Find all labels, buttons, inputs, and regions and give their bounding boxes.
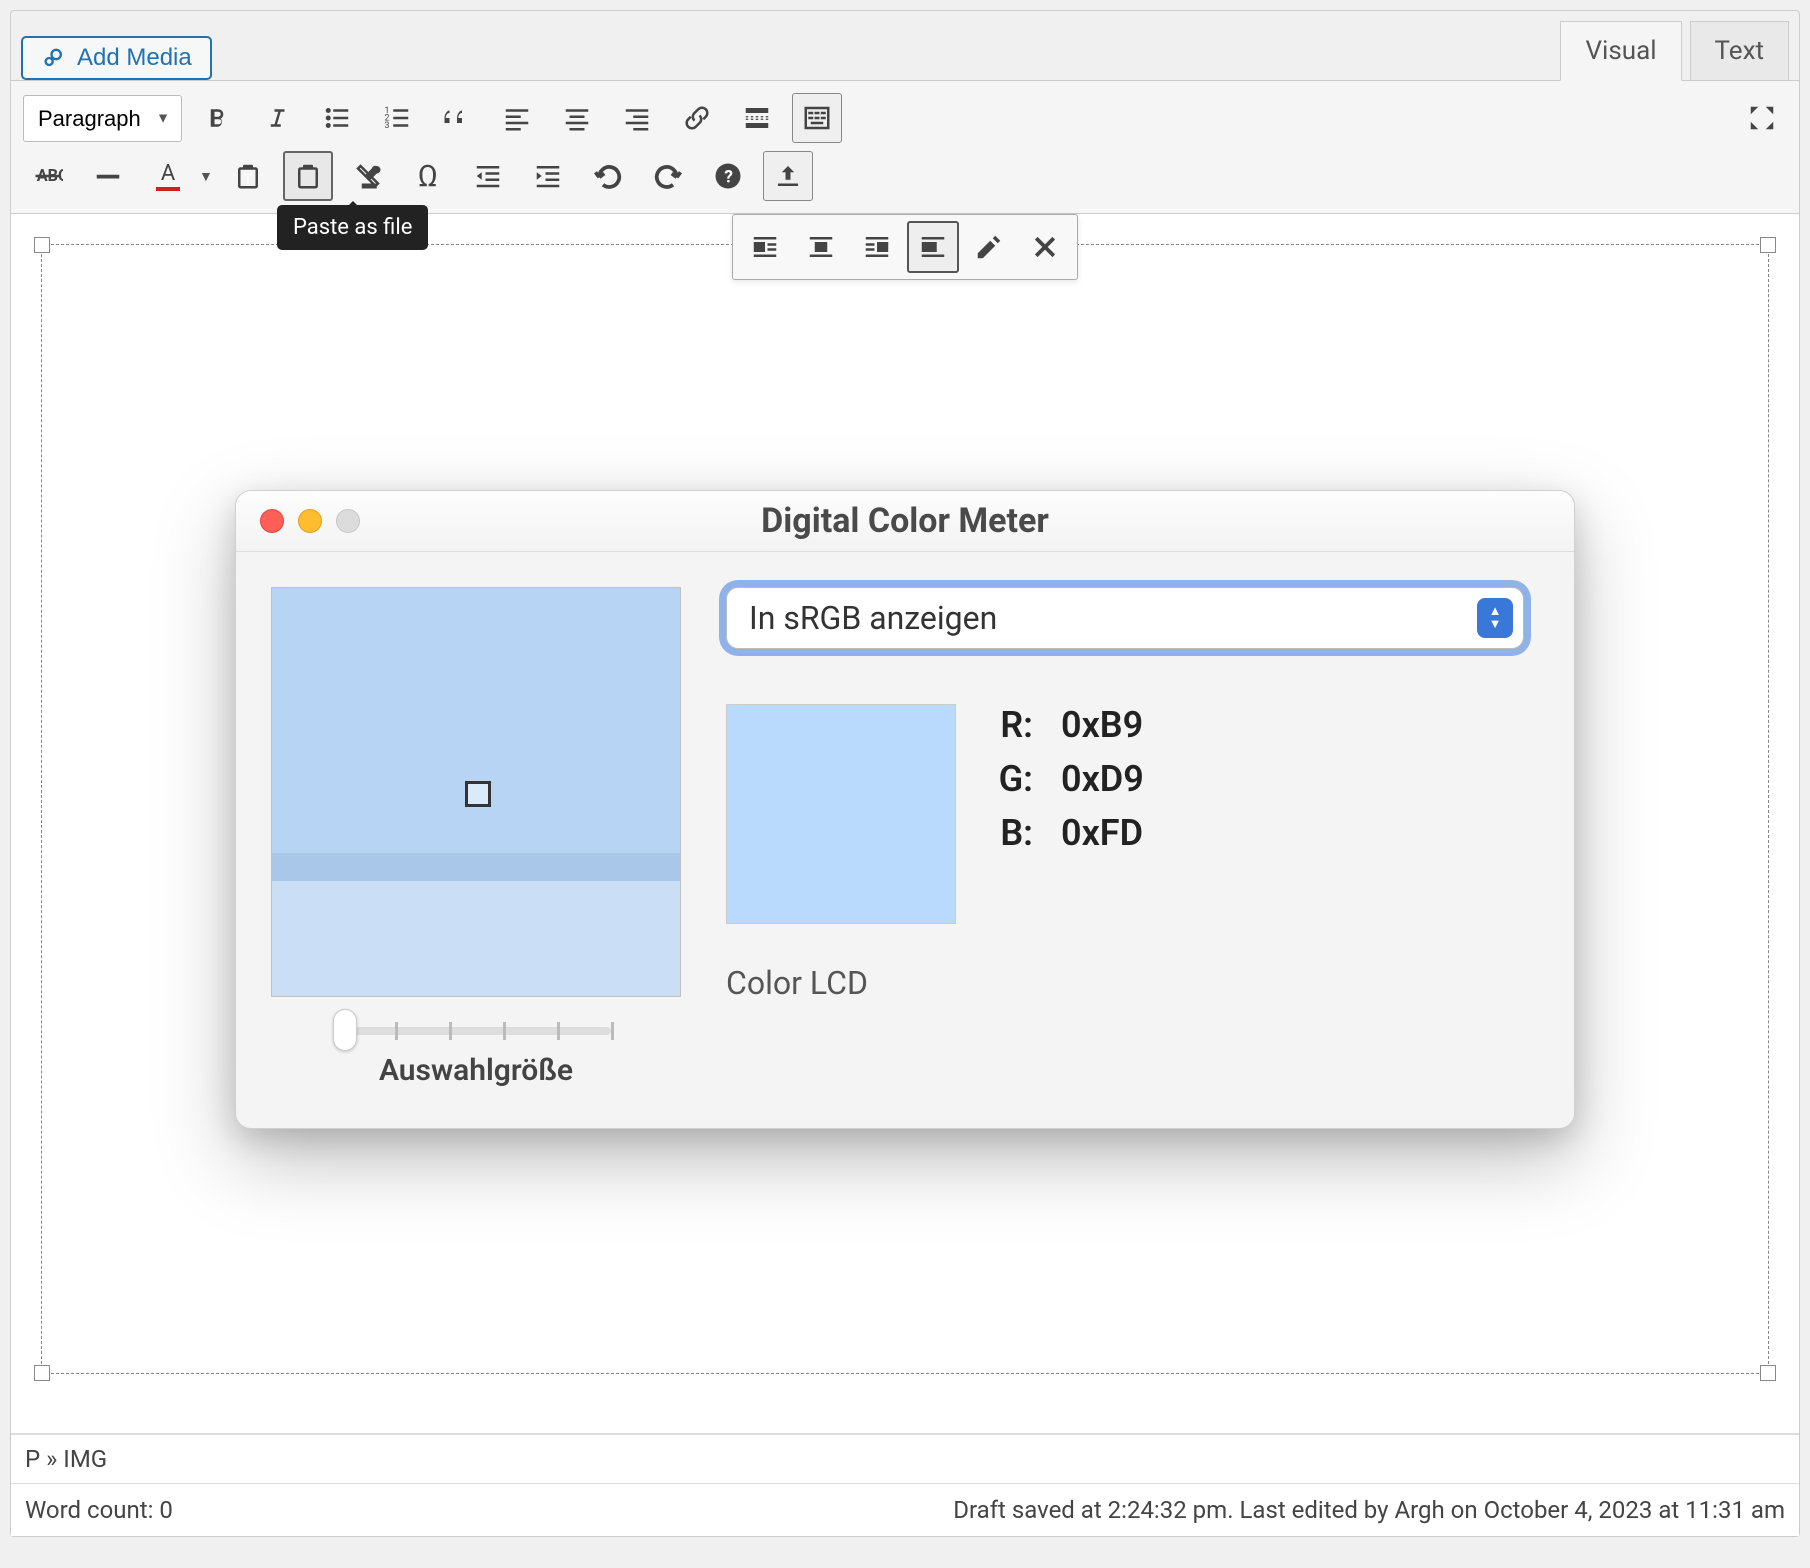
image-edit-button[interactable] (963, 221, 1015, 273)
resize-handle-tl[interactable] (34, 237, 50, 253)
editor-content[interactable]: Digital Color Meter (11, 214, 1799, 1434)
upload-button[interactable] (763, 151, 813, 201)
format-select[interactable]: Paragraph (23, 95, 182, 142)
slider-thumb (333, 1009, 357, 1051)
top-bar: Add Media Visual Text (11, 11, 1799, 80)
magnifier-view (271, 587, 681, 997)
resize-handle-bl[interactable] (34, 1365, 50, 1381)
image-floating-toolbar (732, 214, 1078, 280)
align-center-button[interactable] (552, 93, 602, 143)
indent-button[interactable] (523, 151, 573, 201)
selected-image-frame[interactable]: Digital Color Meter (41, 244, 1769, 1374)
align-left-button[interactable] (492, 93, 542, 143)
svg-text:?: ? (724, 167, 733, 187)
aperture-size-slider (341, 1027, 611, 1035)
element-path-bar[interactable]: P » IMG (11, 1434, 1799, 1483)
read-more-button[interactable] (732, 93, 782, 143)
mac-titlebar: Digital Color Meter (236, 491, 1574, 552)
fullscreen-button[interactable] (1737, 93, 1787, 143)
tab-visual[interactable]: Visual (1560, 21, 1681, 81)
save-status: Draft saved at 2:24:32 pm. Last edited b… (953, 1496, 1785, 1524)
stepper-arrows-icon: ▲▼ (1477, 598, 1513, 638)
color-swatch (726, 704, 956, 924)
add-media-button[interactable]: Add Media (21, 36, 212, 80)
tab-text[interactable]: Text (1690, 21, 1789, 80)
svg-text:3: 3 (385, 121, 390, 131)
aperture-target-icon (465, 781, 491, 807)
resize-handle-br[interactable] (1760, 1365, 1776, 1381)
clear-formatting-button[interactable] (343, 151, 393, 201)
image-align-none-button[interactable] (907, 221, 959, 273)
help-button[interactable]: ? (703, 151, 753, 201)
status-bar: Word count: 0 Draft saved at 2:24:32 pm.… (11, 1483, 1799, 1536)
link-button[interactable] (672, 93, 722, 143)
editor-tabs: Visual Text (1560, 21, 1789, 80)
blockquote-button[interactable] (432, 93, 482, 143)
toolbar-toggle-button[interactable] (792, 93, 842, 143)
add-media-label: Add Media (77, 44, 192, 72)
resize-handle-tr[interactable] (1760, 237, 1776, 253)
svg-text:T: T (244, 173, 252, 188)
display-name: Color LCD (726, 964, 1524, 1002)
text-color-dropdown[interactable]: ▼ (199, 168, 213, 185)
mac-window-title: Digital Color Meter (236, 501, 1574, 541)
color-space-dropdown: In sRGB anzeigen ▲▼ (726, 587, 1524, 649)
slider-label: Auswahlgröße (379, 1053, 573, 1088)
image-remove-button[interactable] (1019, 221, 1071, 273)
numbered-list-button[interactable]: 123 (372, 93, 422, 143)
text-color-button[interactable]: A (143, 151, 193, 201)
image-align-right-button[interactable] (851, 221, 903, 273)
bullet-list-button[interactable] (312, 93, 362, 143)
rgb-values: R:0xB9 G:0xD9 B:0xFD (991, 704, 1144, 866)
paste-text-button[interactable]: T (223, 151, 273, 201)
special-character-button[interactable]: Ω (403, 151, 453, 201)
strikethrough-button[interactable]: ABC (23, 151, 73, 201)
redo-button[interactable] (643, 151, 693, 201)
horizontal-rule-button[interactable] (83, 151, 133, 201)
word-count: Word count: 0 (25, 1496, 173, 1524)
toolbar: Paragraph 123 ABC A ▼ T Ω (11, 80, 1799, 214)
paste-as-file-button[interactable] (283, 151, 333, 201)
align-right-button[interactable] (612, 93, 662, 143)
outdent-button[interactable] (463, 151, 513, 201)
color-space-value: In sRGB anzeigen (749, 599, 997, 637)
tooltip-paste-as-file: Paste as file (277, 205, 428, 250)
media-icon (41, 44, 69, 72)
image-align-center-button[interactable] (795, 221, 847, 273)
bold-button[interactable] (192, 93, 242, 143)
mac-window: Digital Color Meter (235, 490, 1575, 1129)
image-align-left-button[interactable] (739, 221, 791, 273)
italic-button[interactable] (252, 93, 302, 143)
undo-button[interactable] (583, 151, 633, 201)
editor-container: Add Media Visual Text Paragraph 123 (10, 10, 1800, 1537)
